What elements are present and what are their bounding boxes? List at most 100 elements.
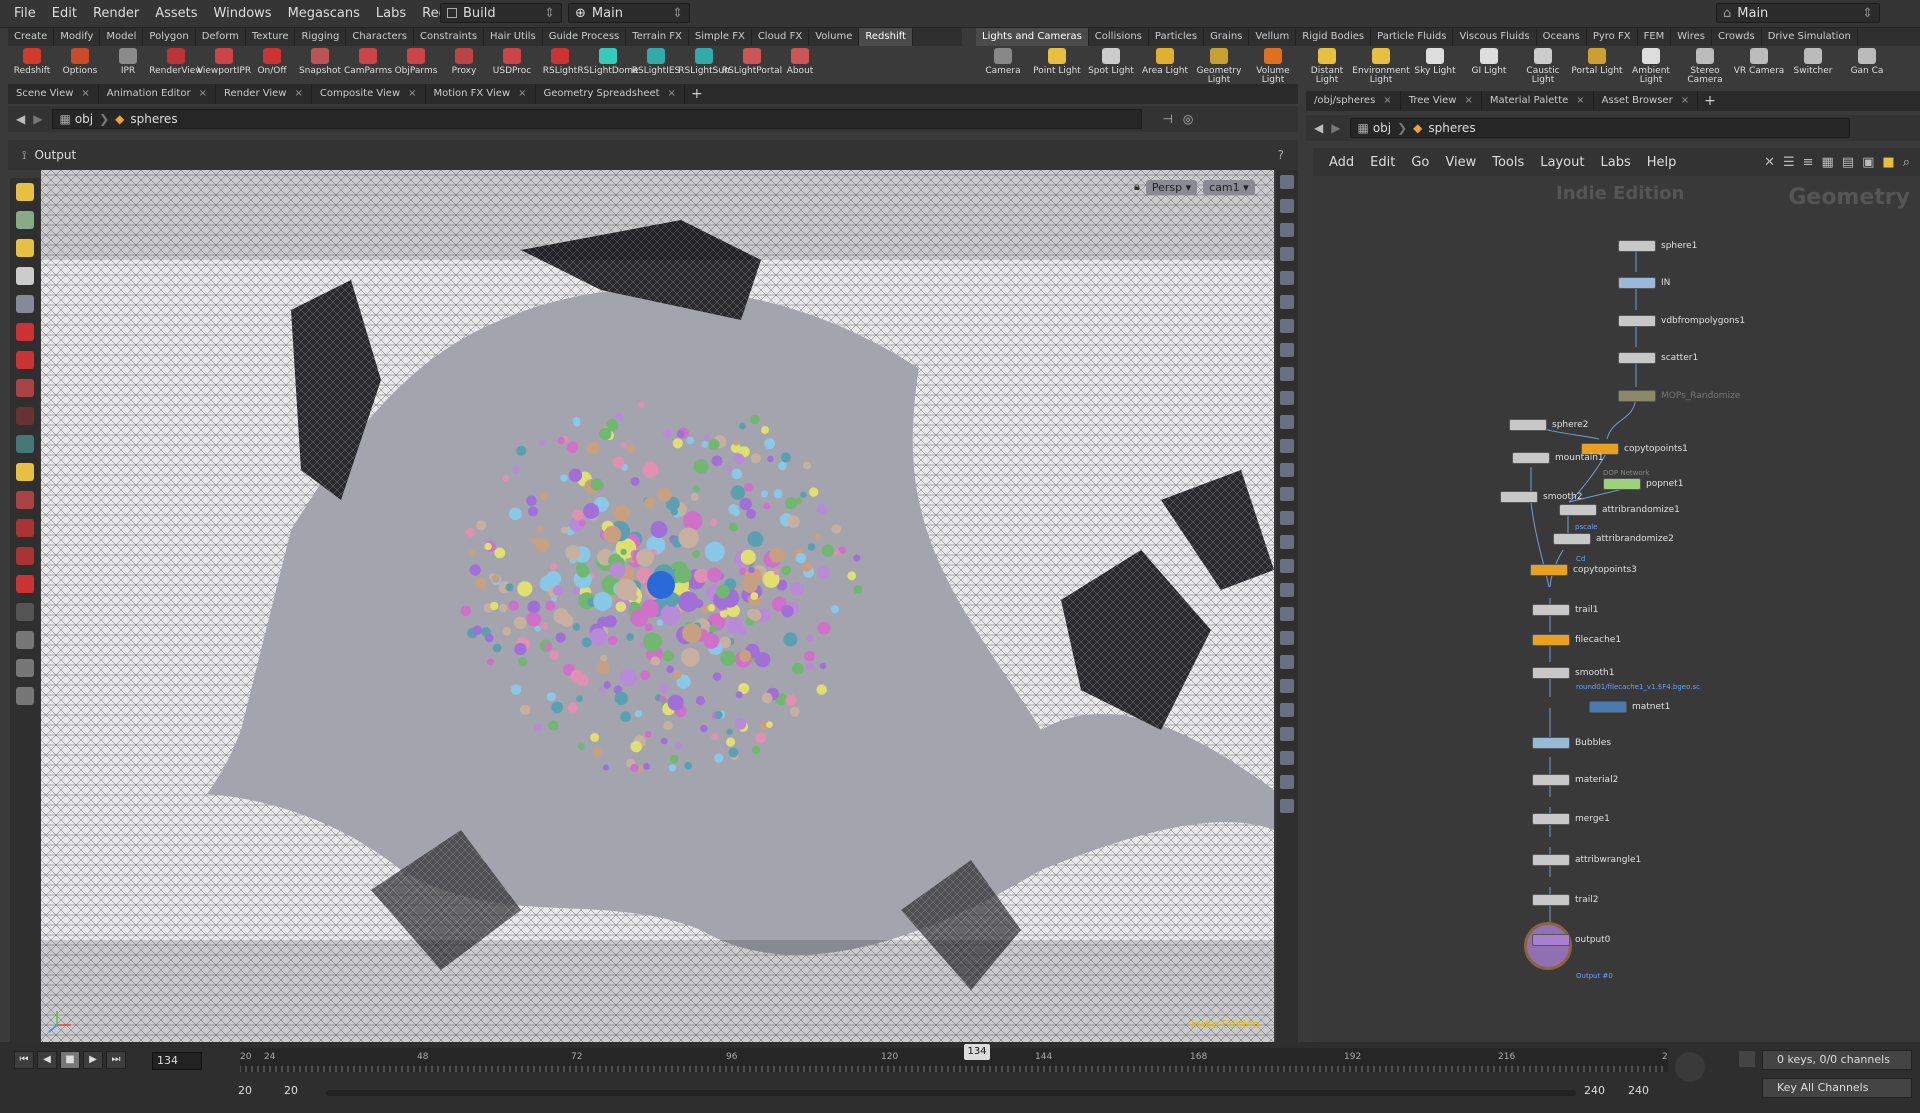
tool-icon[interactable] (16, 407, 34, 425)
add-tab-icon[interactable]: + (691, 86, 703, 102)
display-option-icon[interactable] (1280, 535, 1294, 549)
channels-icon[interactable] (1739, 1051, 1755, 1067)
lock-icon[interactable]: 🔒︎ (1134, 180, 1140, 195)
display-option-icon[interactable] (1280, 703, 1294, 717)
close-icon[interactable]: × (1576, 95, 1584, 106)
display-option-icon[interactable] (1280, 295, 1294, 309)
grid-icon[interactable]: ▦ (1822, 155, 1834, 170)
pane-tab[interactable]: Material Palette × (1482, 91, 1594, 111)
shelf-tool[interactable]: Environment Light (1352, 46, 1410, 85)
node-body[interactable] (1603, 478, 1641, 490)
node-body[interactable] (1512, 452, 1550, 464)
shelf-tool[interactable]: Gan Ca (1840, 46, 1894, 76)
shelf-tool[interactable]: Sky Light (1408, 46, 1462, 76)
desktop-selector-right[interactable]: ⌂ Main ⇕ (1716, 3, 1880, 23)
node-body[interactable] (1532, 894, 1570, 906)
shelf-tool[interactable]: RSLightIES (632, 46, 680, 76)
net-menu-view[interactable]: View (1437, 155, 1484, 170)
display-option-icon[interactable] (1280, 175, 1294, 189)
tree-icon[interactable]: ☰ (1783, 155, 1795, 170)
range-end-a[interactable]: 240 (1584, 1084, 1624, 1097)
key-all-channels-button[interactable]: Key All Channels (1762, 1078, 1912, 1098)
menu-windows[interactable]: Windows (206, 6, 280, 21)
shelf-tab[interactable]: Lights and Cameras (976, 28, 1089, 46)
menu-megascans[interactable]: Megascans (280, 6, 368, 21)
shelf-tool[interactable]: Stereo Camera (1678, 46, 1732, 85)
display-option-icon[interactable] (1280, 727, 1294, 741)
close-icon[interactable]: × (1383, 95, 1391, 106)
display-option-icon[interactable] (1280, 247, 1294, 261)
net-menu-edit[interactable]: Edit (1362, 155, 1403, 170)
network-node[interactable]: trail1 (1532, 604, 1598, 616)
tool-icon[interactable] (16, 575, 34, 593)
shelf-tab[interactable]: Viscous Fluids (1453, 28, 1537, 46)
shelf-tab[interactable]: Model (100, 28, 144, 46)
shelf-tool[interactable]: CamParms (344, 46, 392, 76)
display-option-icon[interactable] (1280, 271, 1294, 285)
menu-edit[interactable]: Edit (44, 6, 85, 21)
display-option-icon[interactable] (1280, 439, 1294, 453)
key-wheel[interactable] (1675, 1052, 1705, 1082)
menu-labs[interactable]: Labs (368, 6, 414, 21)
close-icon[interactable]: × (408, 88, 416, 99)
shelf-tab[interactable]: Drive Simulation (1762, 28, 1858, 46)
net-menu-labs[interactable]: Labs (1592, 155, 1638, 170)
shelf-tool[interactable]: IPR (104, 46, 152, 76)
shelf-tool[interactable]: Options (56, 46, 104, 76)
range-slider[interactable] (326, 1090, 1576, 1096)
shelf-tool[interactable]: Distant Light (1300, 46, 1354, 85)
tool-icon[interactable] (16, 463, 34, 481)
shelf-tool[interactable]: Caustic Light (1516, 46, 1570, 85)
play-back-button[interactable]: ◀ (37, 1051, 57, 1069)
tool-icon[interactable] (16, 547, 34, 565)
shelf-tab[interactable]: Collisions (1089, 28, 1149, 46)
network-node[interactable]: smooth1 (1532, 667, 1614, 679)
shelf-tool[interactable]: GI Light (1462, 46, 1516, 76)
close-icon[interactable]: × (518, 88, 526, 99)
pane-tab[interactable]: Asset Browser × (1594, 91, 1699, 111)
node-body[interactable] (1532, 813, 1570, 825)
tool-icon[interactable] (16, 687, 34, 705)
path-node[interactable]: spheres (130, 112, 177, 126)
net-menu-go[interactable]: Go (1403, 155, 1437, 170)
network-node[interactable]: sphere2 (1509, 419, 1588, 431)
shelf-tab[interactable]: Rigid Bodies (1296, 28, 1372, 46)
close-icon[interactable]: × (81, 88, 89, 99)
table-icon[interactable]: ▤ (1842, 155, 1854, 170)
shelf-tool[interactable]: VR Camera (1732, 46, 1786, 76)
shelf-tab[interactable]: Particle Fluids (1371, 28, 1454, 46)
node-body[interactable] (1509, 419, 1547, 431)
node-body[interactable] (1532, 604, 1570, 616)
net-menu-help[interactable]: Help (1639, 155, 1685, 170)
tool-icon[interactable] (16, 519, 34, 537)
tool-icon[interactable] (16, 351, 34, 369)
shelf-tool[interactable]: Portal Light (1570, 46, 1624, 76)
shelf-tool[interactable]: Ambient Light (1624, 46, 1678, 85)
node-body[interactable] (1532, 667, 1570, 679)
pane-tab[interactable]: Tree View × (1401, 91, 1482, 111)
network-editor[interactable]: Indie Edition Geometry sphere1 IN vdbfromp… (1313, 177, 1920, 1042)
pane-tab[interactable]: Animation Editor × (99, 84, 216, 104)
shelf-tab[interactable]: Pyro FX (1587, 28, 1638, 46)
node-body[interactable] (1618, 240, 1656, 252)
network-node[interactable]: attribrandomize1 (1559, 504, 1680, 516)
network-node[interactable]: popnet1 (1603, 478, 1683, 490)
node-body[interactable] (1553, 533, 1591, 545)
menu-assets[interactable]: Assets (147, 6, 205, 21)
timeline-ruler[interactable]: 20 24 48 72 96 120 144 168 192 216 2 (239, 1048, 1668, 1072)
network-node[interactable]: matnet1 (1589, 701, 1670, 713)
node-body[interactable] (1530, 564, 1568, 576)
node-body[interactable] (1532, 634, 1570, 646)
network-node[interactable]: mountain1 (1512, 452, 1604, 464)
display-option-icon[interactable] (1280, 319, 1294, 333)
tool-icon[interactable] (16, 211, 34, 229)
display-option-icon[interactable] (1280, 511, 1294, 525)
display-option-icon[interactable] (1280, 655, 1294, 669)
path-crumb[interactable]: ▦ obj ❯ ◆ spheres (52, 109, 1143, 129)
node-body[interactable] (1618, 352, 1656, 364)
display-option-icon[interactable] (1280, 487, 1294, 501)
menu-file[interactable]: File (6, 6, 44, 21)
menu-render[interactable]: Render (85, 6, 147, 21)
network-node[interactable]: IN (1618, 277, 1670, 289)
tool-icon[interactable] (16, 435, 34, 453)
